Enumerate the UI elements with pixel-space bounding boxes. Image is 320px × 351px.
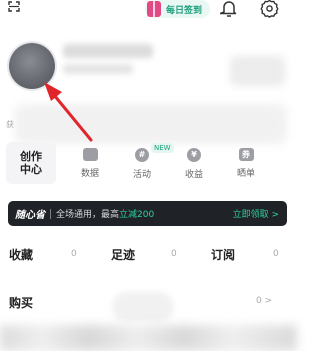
order-status-row-blurred — [0, 325, 297, 351]
scan-icon[interactable] — [8, 1, 20, 12]
banner-brand: 随心省 — [15, 210, 45, 221]
avatar[interactable] — [9, 43, 55, 89]
stat-favorites-label: 收藏 — [9, 248, 34, 262]
chart-icon — [82, 148, 98, 161]
stat-subscriptions-value: 0 — [273, 249, 279, 259]
creator-item-earnings-label: 收益 — [184, 170, 203, 180]
creator-item-showcase-label: 晒单 — [236, 169, 255, 179]
hash-icon: # — [135, 148, 149, 162]
gear-icon[interactable] — [260, 0, 279, 18]
profile-desc-prefix: 获 — [6, 120, 14, 129]
gift-icon — [147, 1, 161, 17]
stat-subscriptions[interactable]: 订阅 0 — [211, 246, 279, 263]
stat-favorites[interactable]: 收藏 0 — [9, 246, 77, 263]
new-badge: NEW — [151, 143, 174, 153]
daily-checkin-button[interactable]: 每日签到 — [145, 0, 211, 18]
user-id-blurred — [63, 64, 133, 74]
username-blurred — [63, 44, 153, 58]
banner-divider — [50, 208, 51, 219]
creator-center-label: 创作中心 — [20, 150, 42, 176]
stat-favorites-value: 0 — [71, 249, 77, 259]
creator-center-button[interactable]: 创作中心 — [6, 142, 56, 184]
profile-desc-blurred — [15, 104, 287, 144]
stat-history[interactable]: 足迹 0 — [111, 246, 177, 263]
banner-promo-text: 全场通用，最高 — [56, 210, 120, 220]
daily-checkin-label: 每日签到 — [166, 5, 203, 16]
promo-banner[interactable]: 随心省 全场通用，最高 立减200 立即领取 > — [8, 201, 287, 226]
banner-promo-highlight: 立减200 — [119, 210, 155, 220]
stats-row: 收藏 0 足迹 0 订阅 0 — [0, 240, 297, 270]
stat-history-label: 足迹 — [111, 248, 136, 262]
purchase-label: 购买 — [9, 296, 34, 310]
purchase-count: 0 > — [256, 296, 273, 306]
profile-stats-blurred — [230, 56, 285, 86]
yen-icon: ¥ — [187, 148, 201, 162]
claim-now-link[interactable]: 立即领取 > — [233, 207, 279, 220]
creator-item-showcase[interactable]: 券 晒单 — [224, 148, 268, 179]
bell-icon[interactable] — [219, 0, 238, 17]
stat-history-value: 0 — [171, 249, 177, 259]
creator-item-earnings[interactable]: ¥ 收益 — [172, 148, 216, 180]
purchase-row[interactable]: 购买 0 > — [0, 286, 297, 316]
creator-item-activity-label: 活动 — [132, 170, 151, 180]
creator-item-data-label: 数据 — [80, 169, 99, 179]
coupon-icon: 券 — [238, 148, 254, 161]
stat-subscriptions-label: 订阅 — [211, 248, 236, 262]
creator-item-data[interactable]: 数据 — [68, 148, 112, 179]
